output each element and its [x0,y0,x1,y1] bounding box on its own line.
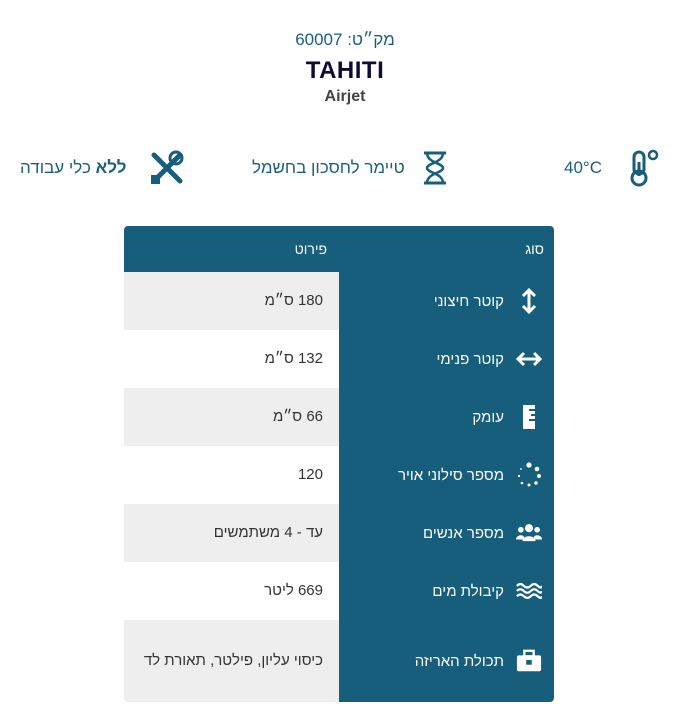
row-value: עד - 4 משתמשים [124,504,339,562]
toolbox-icon [516,648,542,674]
feature-temperature-text: 40°C [564,158,602,177]
row-label: קיבולת מים [432,582,504,600]
hourglass-icon [415,148,455,188]
bubbles-icon [516,462,542,488]
row-value: 120 [124,446,339,504]
spec-table: סוג פירוט קוטר חיצוני 180 ס״מ קוטר פנימי… [124,226,554,702]
row-label: תכולת האריזה [414,652,504,670]
product-subtitle: Airjet [324,88,366,105]
row-label: קוטר פנימי [436,350,505,368]
feature-timer: טיימר לחסכון בחשמל [252,148,455,188]
vertical-arrows-icon [516,288,542,314]
row-label: מספר סילוני אויר [397,466,504,484]
tools-crossed-icon [147,148,187,188]
row-label: עומק [472,408,504,426]
row-value: 66 ס״מ [124,388,339,446]
header-detail: פירוט [124,226,339,272]
table-row: מספר אנשים עד - 4 משתמשים [124,504,554,562]
table-header-row: סוג פירוט [124,226,554,272]
table-row: קוטר פנימי 132 ס״מ [124,330,554,388]
people-icon [516,520,542,546]
sku-label: מק״ט: 60007 [295,30,395,49]
table-row: עומק 66 ס״מ [124,388,554,446]
feature-no-tools-bold: ללא [95,158,127,177]
row-value: 180 ס״מ [124,272,339,330]
row-label: מספר אנשים [423,524,504,542]
ruler-icon [516,404,542,430]
thermometer-icon [624,148,664,188]
feature-no-tools: ללא כלי עבודה [20,148,187,188]
feature-timer-text: טיימר לחסכון בחשמל [252,158,405,177]
row-value: 132 ס״מ [124,330,339,388]
header-type: סוג [339,226,554,272]
table-row: מספר סילוני אויר 120 [124,446,554,504]
row-label: קוטר חיצוני [433,292,504,310]
table-row: קוטר חיצוני 180 ס״מ [124,272,554,330]
table-row: תכולת האריזה כיסוי עליון, פילטר, תאורת ל… [124,620,554,702]
row-value: 669 ליטר [124,562,339,620]
row-value: כיסוי עליון, פילטר, תאורת לד [124,620,339,702]
feature-temperature: 40°C [564,148,664,188]
horizontal-arrows-icon [516,346,542,372]
feature-no-tools-text: כלי עבודה [20,158,96,177]
water-waves-icon [516,578,542,604]
product-title: TAHITI [305,57,385,84]
table-row: קיבולת מים 669 ליטר [124,562,554,620]
